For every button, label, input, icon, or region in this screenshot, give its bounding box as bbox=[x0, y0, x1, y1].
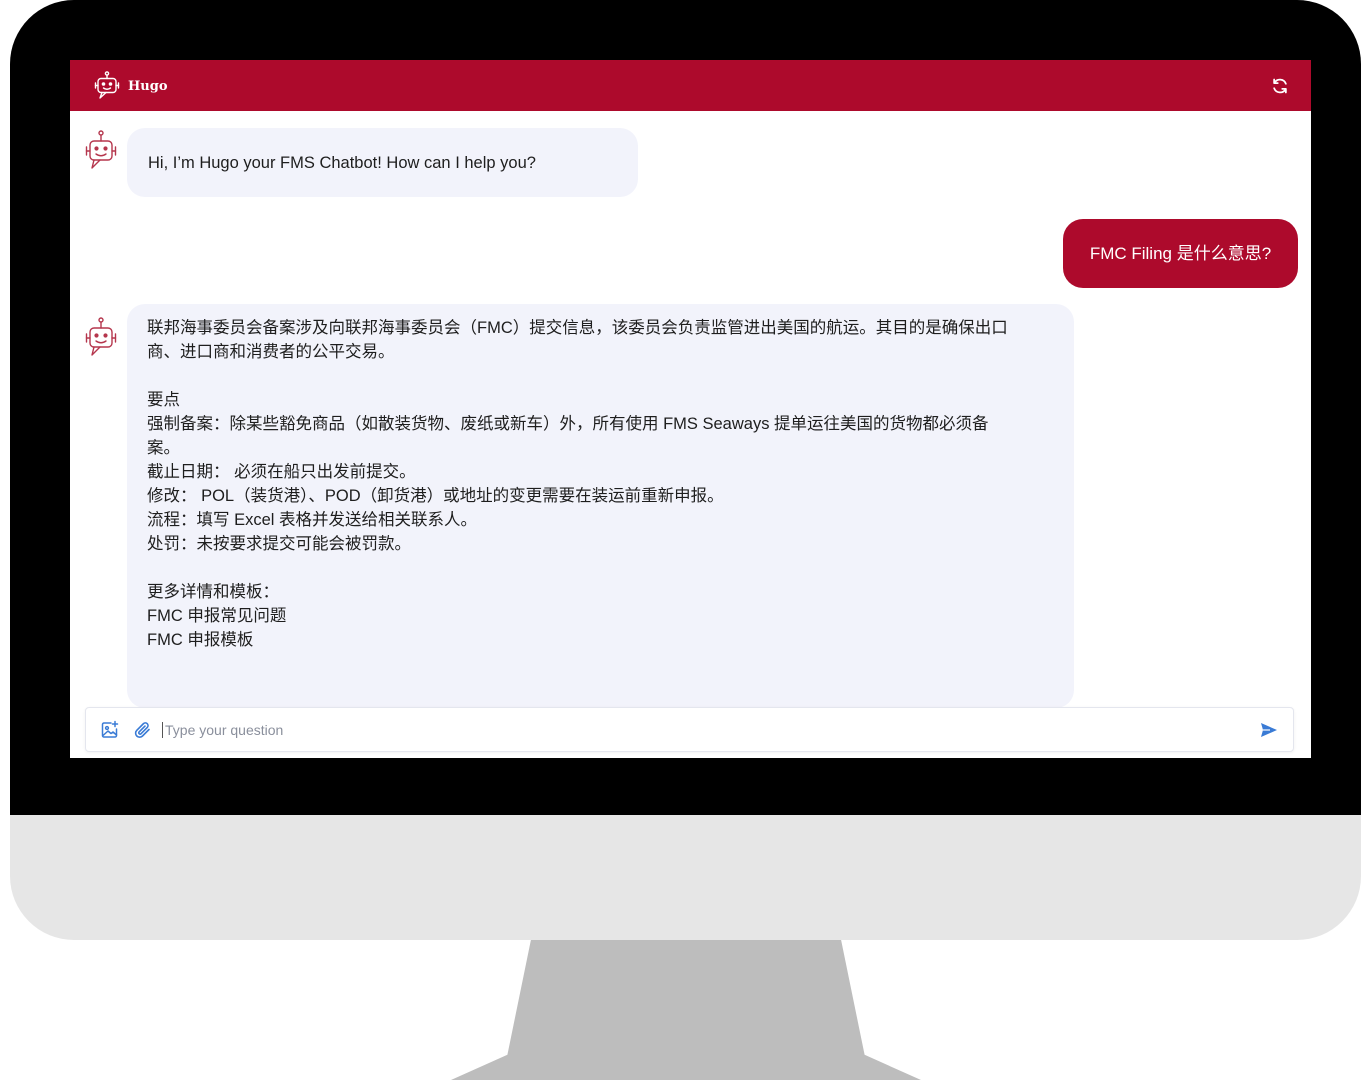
refresh-icon bbox=[1273, 78, 1287, 93]
message-list: Hi, I’m Hugo your FMS Chatbot! How can I… bbox=[70, 111, 1311, 708]
bot-avatar-icon bbox=[84, 130, 118, 178]
answer-spacer bbox=[147, 364, 1054, 388]
point-mandatory-line1: 强制备案：除某些豁免商品（如散装货物、废纸或新车）外，所有使用 FMS Seaw… bbox=[147, 415, 989, 433]
question-input[interactable] bbox=[162, 721, 1257, 738]
image-upload-icon bbox=[101, 720, 119, 738]
point-penalty: 处罚：未按要求提交可能会被罚款。 bbox=[147, 535, 411, 553]
bot-message-greeting: Hi, I’m Hugo your FMS Chatbot! How can I… bbox=[127, 128, 638, 197]
answer-spacer bbox=[147, 556, 1054, 580]
user-message: FMC Filing 是什么意思? bbox=[1063, 219, 1298, 288]
point-process: 流程：填写 Excel 表格并发送给相关联系人。 bbox=[147, 511, 478, 529]
fmc-faq-link[interactable]: FMC 申报常见问题 bbox=[147, 604, 1054, 628]
image-upload-button[interactable] bbox=[99, 719, 121, 741]
key-points-title: 要点 bbox=[147, 391, 180, 409]
input-bar bbox=[85, 707, 1294, 752]
refresh-button[interactable] bbox=[1269, 75, 1291, 97]
monitor-stand bbox=[451, 940, 921, 1080]
send-button[interactable] bbox=[1257, 718, 1281, 742]
monitor-frame: Hugo Hi, I’m Hugo your FMS Chatbot! How … bbox=[10, 0, 1361, 940]
more-details-title: 更多详情和模板： bbox=[147, 583, 279, 601]
greeting-text: Hi, I’m Hugo your FMS Chatbot! How can I… bbox=[148, 153, 536, 172]
point-deadline: 截止日期： 必须在船只出发前提交。 bbox=[147, 463, 416, 481]
answer-intro-line2: 商、进口商和消费者的公平交易。 bbox=[147, 343, 395, 361]
robot-icon bbox=[94, 70, 120, 101]
send-icon bbox=[1261, 722, 1277, 737]
paperclip-icon bbox=[134, 721, 150, 738]
chat-header: Hugo bbox=[70, 60, 1311, 111]
chat-window: Hugo Hi, I’m Hugo your FMS Chatbot! How … bbox=[70, 60, 1311, 758]
user-question-text: FMC Filing 是什么意思? bbox=[1089, 243, 1272, 263]
chat-title: Hugo bbox=[128, 79, 168, 94]
answer-intro-line1: 联邦海事委员会备案涉及向联邦海事委员会（FMC）提交信息，该委员会负责监管进出美… bbox=[147, 319, 1008, 337]
bot-message-answer: 联邦海事委员会备案涉及向联邦海事委员会（FMC）提交信息，该委员会负责监管进出美… bbox=[127, 304, 1074, 708]
fmc-template-link[interactable]: FMC 申报模板 bbox=[147, 628, 1054, 652]
point-amendment: 修改： POL（装货港）、POD（卸货港）或地址的变更需要在装运前重新申报。 bbox=[147, 487, 724, 505]
bot-avatar-icon bbox=[84, 317, 118, 365]
attach-button[interactable] bbox=[132, 719, 154, 741]
point-mandatory-line2: 案。 bbox=[147, 439, 180, 457]
